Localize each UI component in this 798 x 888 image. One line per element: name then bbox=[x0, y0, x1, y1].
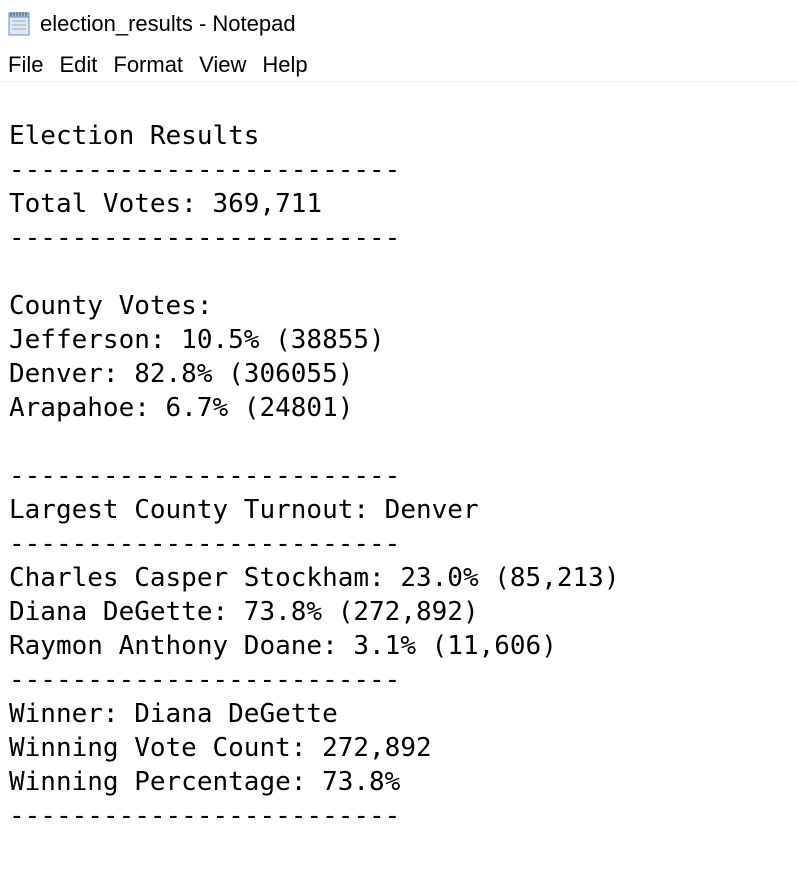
doc-line: Raymon Anthony Doane: 3.1% (11,606) bbox=[9, 631, 557, 661]
doc-line: Largest County Turnout: Denver bbox=[9, 495, 479, 525]
doc-line: County Votes: bbox=[9, 291, 213, 321]
doc-line: Jefferson: 10.5% (38855) bbox=[9, 325, 385, 355]
notepad-icon bbox=[5, 9, 33, 37]
doc-line: Winning Percentage: 73.8% bbox=[9, 767, 401, 797]
window-title: election_results - Notepad bbox=[40, 11, 296, 36]
doc-line: Total Votes: 369,711 bbox=[9, 189, 323, 219]
menu-bar: File Edit Format View Help bbox=[0, 48, 798, 82]
doc-line bbox=[9, 425, 619, 459]
menu-format[interactable]: Format bbox=[105, 50, 191, 80]
menu-help[interactable]: Help bbox=[254, 50, 315, 80]
doc-line: Winner: Diana DeGette bbox=[9, 699, 338, 729]
doc-line: Diana DeGette: 73.8% (272,892) bbox=[9, 597, 479, 627]
menu-edit[interactable]: Edit bbox=[51, 50, 105, 80]
doc-line: ------------------------- bbox=[9, 155, 401, 185]
doc-line: Election Results bbox=[9, 121, 260, 151]
menu-view[interactable]: View bbox=[191, 50, 254, 80]
doc-line: ------------------------- bbox=[9, 801, 401, 831]
doc-line: Denver: 82.8% (306055) bbox=[9, 359, 354, 389]
doc-line bbox=[9, 255, 619, 289]
doc-line: ------------------------- bbox=[9, 223, 401, 253]
text-editor-area[interactable]: Election Results -----------------------… bbox=[0, 83, 798, 888]
doc-line: ------------------------- bbox=[9, 665, 401, 695]
title-bar: election_results - Notepad bbox=[0, 0, 798, 48]
menu-file[interactable]: File bbox=[0, 50, 51, 80]
doc-line: ------------------------- bbox=[9, 529, 401, 559]
doc-line: ------------------------- bbox=[9, 461, 401, 491]
doc-line: Arapahoe: 6.7% (24801) bbox=[9, 393, 354, 423]
doc-line: Winning Vote Count: 272,892 bbox=[9, 733, 432, 763]
doc-line: Charles Casper Stockham: 23.0% (85,213) bbox=[9, 563, 620, 593]
document-text: Election Results -----------------------… bbox=[9, 119, 619, 833]
